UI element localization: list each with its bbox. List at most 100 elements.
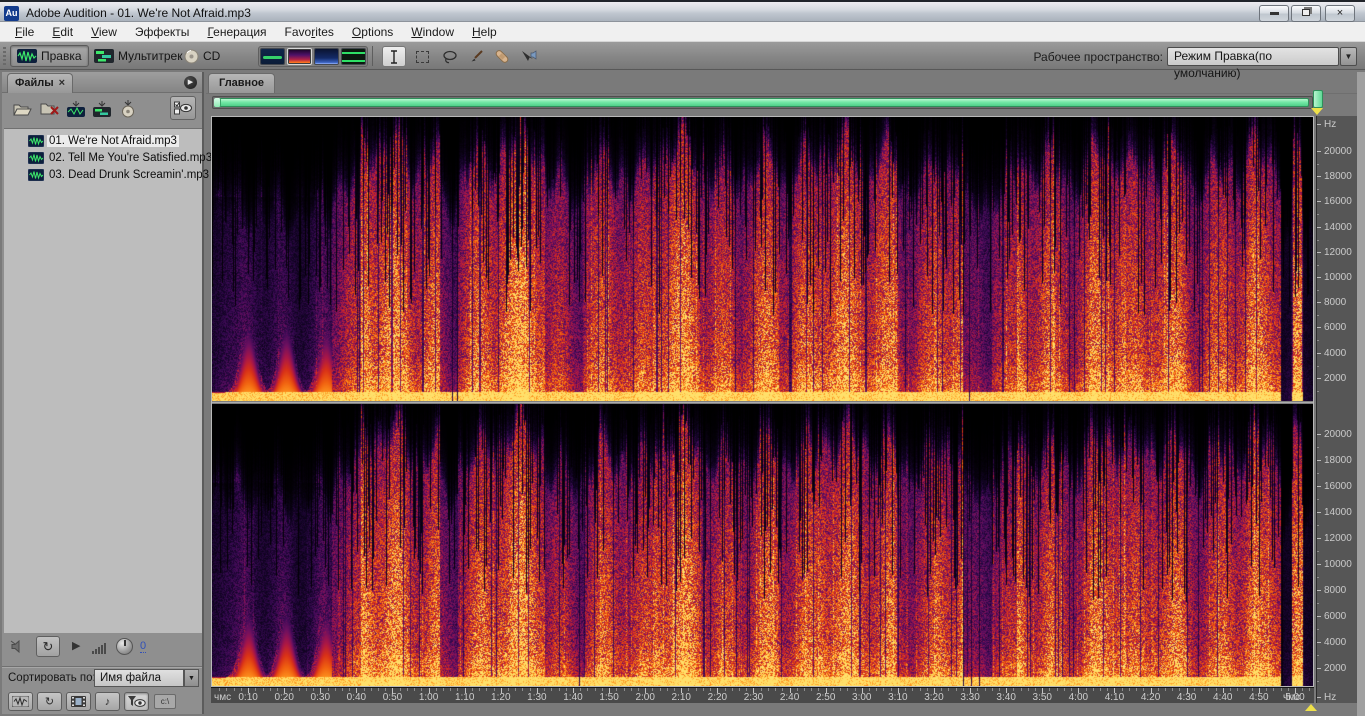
preview-play-button[interactable]: ▶ bbox=[72, 639, 80, 652]
menu-item[interactable]: Window bbox=[402, 22, 463, 42]
insert-into-multitrack-button[interactable] bbox=[64, 98, 88, 120]
time-tick bbox=[876, 688, 877, 691]
freq-tick bbox=[1317, 697, 1321, 698]
show-options-toggle[interactable] bbox=[170, 96, 196, 120]
time-tick bbox=[1107, 688, 1108, 691]
time-tick-label: 0:30 bbox=[311, 692, 330, 703]
time-tick bbox=[1143, 688, 1144, 691]
show-loop-files-button[interactable]: ↻ bbox=[37, 692, 62, 711]
close-button[interactable]: × bbox=[1325, 5, 1355, 22]
freq-tick bbox=[1317, 327, 1321, 328]
time-tick-label: 1:10 bbox=[455, 692, 474, 703]
show-video-files-button[interactable] bbox=[66, 692, 91, 711]
time-tick-label: 3:50 bbox=[1033, 692, 1052, 703]
menu-item[interactable]: View bbox=[82, 22, 126, 42]
show-full-path-button[interactable]: c:\ bbox=[154, 694, 176, 709]
waveform-icon bbox=[17, 49, 37, 63]
show-midi-files-button[interactable]: ♪ bbox=[95, 692, 120, 711]
effects-paintbrush-tool[interactable] bbox=[464, 46, 488, 67]
menu-item[interactable]: Эффекты bbox=[126, 22, 199, 42]
time-tick bbox=[1100, 688, 1101, 691]
menu-item[interactable]: Help bbox=[463, 22, 506, 42]
time-tick bbox=[688, 688, 689, 691]
time-tick bbox=[566, 688, 567, 691]
marquee-selection-tool[interactable] bbox=[410, 46, 434, 67]
freq-tick-label: 20000 bbox=[1324, 429, 1352, 440]
close-icon: × bbox=[1337, 7, 1343, 19]
edit-view-button[interactable]: Правка bbox=[10, 45, 89, 67]
horizontal-scrollbar[interactable] bbox=[212, 96, 1313, 109]
loop-playback-button[interactable]: ↻ bbox=[36, 636, 60, 657]
preview-volume-knob[interactable] bbox=[116, 638, 133, 655]
sort-by-select[interactable]: Имя файла bbox=[94, 669, 184, 687]
title-bar[interactable]: Au Adobe Audition - 01. We're Not Afraid… bbox=[0, 0, 1365, 22]
spectrogram-left-channel[interactable] bbox=[212, 117, 1313, 401]
workspace-select-arrow[interactable]: ▼ bbox=[1340, 47, 1357, 66]
file-list-item[interactable]: 02. Tell Me You're Satisfied.mp3 bbox=[4, 149, 202, 166]
preview-transport: ↻ ▶ 0 bbox=[2, 635, 202, 663]
freq-tick-label: 8000 bbox=[1324, 585, 1346, 596]
menu-item[interactable]: Favorites bbox=[276, 22, 343, 42]
tabrow-divider bbox=[206, 93, 1365, 94]
time-selection-tool[interactable] bbox=[382, 46, 406, 67]
multitrack-button[interactable]: Мультитрек bbox=[88, 45, 188, 67]
time-tick bbox=[1172, 688, 1173, 691]
panel-menu-button[interactable]: ▶ bbox=[184, 76, 197, 89]
spectral-frequency-view-button[interactable] bbox=[287, 48, 312, 65]
freq-tick bbox=[1317, 668, 1321, 669]
minimize-button[interactable] bbox=[1259, 5, 1289, 22]
sort-select-arrow[interactable]: ▼ bbox=[184, 669, 199, 687]
auto-play-icon[interactable] bbox=[10, 640, 26, 653]
time-tick bbox=[1165, 688, 1166, 691]
horizontal-scrollbar-thumb[interactable] bbox=[214, 98, 1309, 107]
time-tick bbox=[1021, 688, 1022, 691]
spectrogram-right-channel[interactable] bbox=[212, 404, 1313, 686]
restore-button[interactable] bbox=[1291, 5, 1321, 22]
ruler-marker-bottom[interactable] bbox=[1305, 704, 1317, 711]
spectral-phase-view-button[interactable] bbox=[341, 48, 366, 65]
spot-healing-brush-tool[interactable] bbox=[490, 46, 514, 67]
file-list-item[interactable]: 01. We're Not Afraid.mp3 bbox=[4, 132, 202, 149]
time-tick-label: 0:20 bbox=[274, 692, 293, 703]
time-tick bbox=[436, 688, 437, 691]
menu-item[interactable]: Edit bbox=[43, 22, 82, 42]
menu-item[interactable]: Options bbox=[343, 22, 402, 42]
spectral-pan-view-button[interactable] bbox=[314, 48, 339, 65]
frequency-ruler[interactable]: Hz20000180001600014000120001000080006000… bbox=[1316, 116, 1357, 703]
time-ruler[interactable]: 0:100:200:300:400:501:001:101:201:301:40… bbox=[211, 687, 1314, 703]
vertical-zoom-bar[interactable] bbox=[1313, 90, 1323, 108]
lasso-selection-tool[interactable] bbox=[438, 46, 462, 67]
preview-volume-value[interactable]: 0 bbox=[140, 640, 146, 653]
freq-tick-label: 10000 bbox=[1324, 559, 1352, 570]
freq-tick bbox=[1317, 434, 1321, 435]
scrub-tool[interactable] bbox=[516, 46, 540, 67]
cd-view-button[interactable]: CD bbox=[178, 45, 226, 67]
volume-bars-icon[interactable] bbox=[92, 643, 106, 654]
filter-visibility-button[interactable] bbox=[124, 692, 149, 711]
main-toolbar: Правка Мультитрек CD bbox=[0, 42, 1365, 70]
show-audio-files-button[interactable] bbox=[8, 692, 33, 711]
menu-item[interactable]: Генерация bbox=[198, 22, 275, 42]
insert-into-session-button[interactable] bbox=[90, 98, 114, 120]
time-tick bbox=[508, 688, 509, 691]
spectral-display bbox=[211, 116, 1314, 687]
file-list-item[interactable]: 03. Dead Drunk Screamin'.mp3 bbox=[4, 166, 202, 183]
freq-tick bbox=[1317, 353, 1321, 354]
time-tick-label: 3:10 bbox=[888, 692, 907, 703]
tab-close-icon[interactable]: × bbox=[59, 77, 65, 89]
workspace-select[interactable]: Режим Правка(по умолчанию) bbox=[1167, 47, 1339, 66]
freq-tick-label: 12000 bbox=[1324, 247, 1352, 258]
freq-minor-tick bbox=[1317, 655, 1319, 656]
main-tab[interactable]: Главное bbox=[208, 73, 275, 93]
menu-item[interactable]: File bbox=[6, 22, 43, 42]
files-tab[interactable]: Файлы× bbox=[7, 73, 73, 93]
insert-into-cd-list-button[interactable] bbox=[116, 98, 140, 120]
import-file-button[interactable] bbox=[10, 98, 34, 120]
time-tick bbox=[963, 688, 964, 691]
freq-tick-label: 20000 bbox=[1324, 146, 1352, 157]
close-file-button[interactable] bbox=[38, 98, 62, 120]
waveform-view-button[interactable] bbox=[260, 48, 285, 65]
freq-minor-tick bbox=[1317, 315, 1319, 316]
ruler-marker-top[interactable] bbox=[1311, 108, 1323, 115]
horizontal-scrollbar-cap[interactable] bbox=[214, 98, 221, 107]
